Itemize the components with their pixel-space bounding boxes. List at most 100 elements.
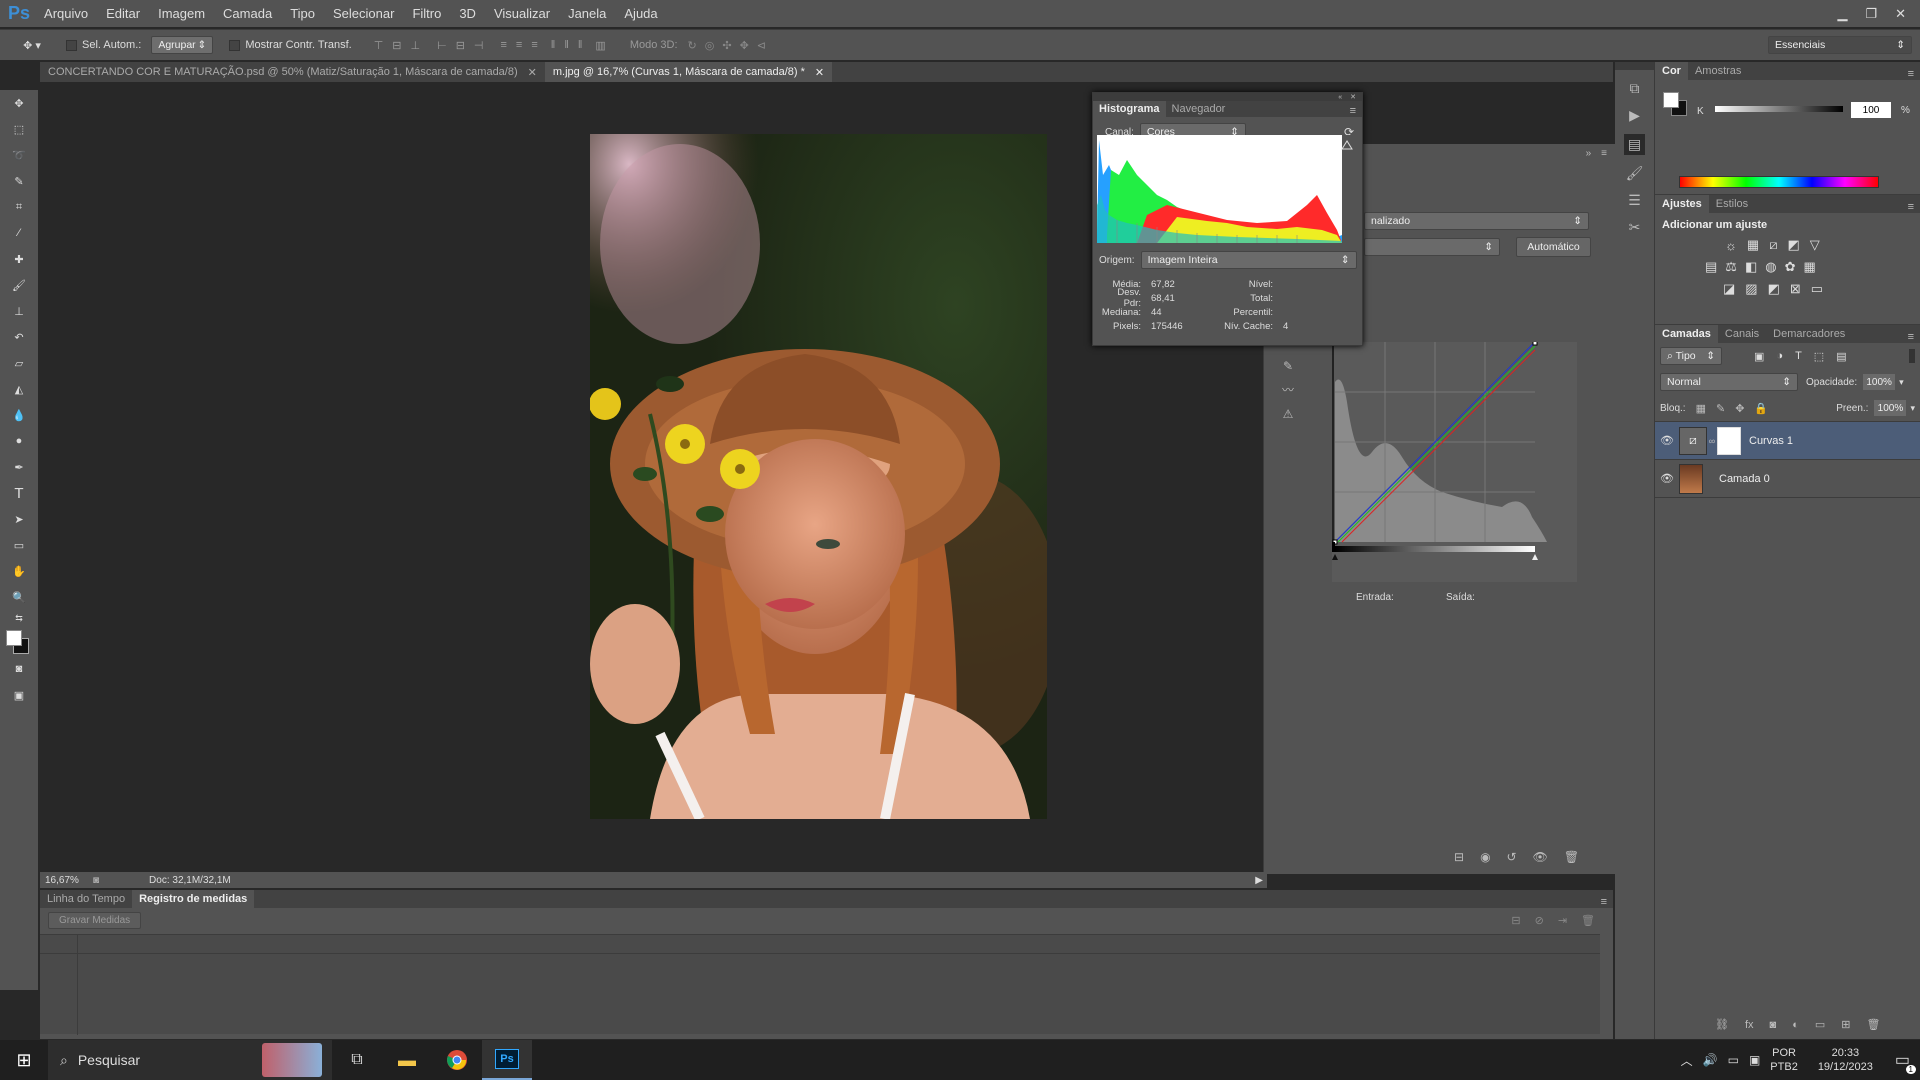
menu-ajuda[interactable]: Ajuda	[624, 6, 657, 21]
filter-shape-icon[interactable]: ⬚	[1814, 350, 1824, 363]
selective-color-icon[interactable]: ⊠	[1790, 281, 1801, 297]
delete-layer-icon[interactable]: 🗑	[1866, 1018, 1880, 1031]
doc-tab-psd[interactable]: CONCERTANDO COR E MATURAÇÃO.psd @ 50% (M…	[40, 62, 545, 82]
photoshop-logo[interactable]: Ps	[8, 3, 30, 24]
collapse-icon[interactable]: «	[1338, 94, 1342, 101]
blur-tool-icon[interactable]: 💧	[0, 402, 38, 428]
quick-mask-icon[interactable]: ◙	[0, 656, 38, 682]
visibility-icon[interactable]: 👁	[1533, 850, 1548, 864]
align-right-icon[interactable]: ⊣	[474, 39, 484, 52]
distribute-right-icon[interactable]: ‖	[578, 39, 583, 51]
lock-position-icon[interactable]: ✥	[1735, 402, 1744, 415]
clock[interactable]: 20:33 19/12/2023	[1818, 1046, 1873, 1074]
pen-tool-icon[interactable]: ✒	[0, 454, 38, 480]
clipping-warning-icon[interactable]: ⚠	[1276, 402, 1300, 426]
auto-align-icon[interactable]: ▥	[595, 39, 605, 52]
status-arrow-icon[interactable]: ▶	[1255, 875, 1263, 886]
menu-tipo[interactable]: Tipo	[290, 6, 315, 21]
panel-collapse-icon[interactable]: »	[1586, 148, 1592, 159]
tool-presets-icon[interactable]: ✂	[1629, 219, 1641, 236]
move-tool-icon[interactable]: ✥ ▾	[12, 39, 52, 52]
file-explorer-icon[interactable]: ▬	[382, 1040, 432, 1080]
task-view-icon[interactable]: ⧉	[332, 1040, 382, 1080]
rectangle-tool-icon[interactable]: ▭	[0, 532, 38, 558]
auto-select-checkbox[interactable]: Sel. Autom.:	[66, 39, 141, 51]
lock-transparent-icon[interactable]: ▦	[1696, 402, 1706, 415]
hand-tool-icon[interactable]: ✋	[0, 558, 38, 584]
eye-icon[interactable]: 👁	[1655, 434, 1679, 447]
filter-smart-icon[interactable]: ▤	[1836, 350, 1846, 363]
lasso-tool-icon[interactable]: ➰	[0, 142, 38, 168]
close-button[interactable]: ✕	[1895, 6, 1906, 22]
record-measurements-button[interactable]: Gravar Medidas	[48, 911, 142, 929]
distribute-vcenter-icon[interactable]: ≡	[516, 39, 522, 51]
menu-arquivo[interactable]: Arquivo	[44, 6, 88, 21]
clip-to-layer-icon[interactable]: ⊟	[1454, 850, 1464, 864]
distribute-hcenter-icon[interactable]: ‖	[564, 39, 569, 51]
lock-pixels-icon[interactable]: ✎	[1716, 402, 1725, 415]
taskbar-search[interactable]: ⌕ Pesquisar	[48, 1040, 332, 1080]
network-icon[interactable]: ▣	[1749, 1053, 1760, 1067]
volume-icon[interactable]: 🔊	[1703, 1053, 1718, 1067]
invert-icon[interactable]: ◪	[1723, 281, 1735, 297]
notifications-icon[interactable]: ▭ 1	[1895, 1050, 1916, 1074]
photoshop-taskbar-icon[interactable]: Ps	[482, 1040, 532, 1080]
distribute-top-icon[interactable]: ≡	[501, 39, 507, 51]
align-vcenter-icon[interactable]: ⊟	[392, 39, 401, 52]
fx-icon[interactable]: fx	[1745, 1019, 1754, 1031]
color-spectrum[interactable]	[1679, 176, 1879, 188]
brush-tool-icon[interactable]: 🖌	[0, 272, 38, 298]
blend-mode-dropdown[interactable]: Normal ⇕	[1660, 373, 1798, 391]
curve-pencil-icon[interactable]: ✎	[1276, 354, 1300, 378]
curves-icon[interactable]: ⧄	[1769, 237, 1777, 253]
eye-icon[interactable]: 👁	[1655, 472, 1679, 485]
workspace-dropdown[interactable]: Essenciais ⇕	[1768, 36, 1912, 54]
k-value-input[interactable]: 100	[1851, 102, 1891, 118]
panel-menu-icon[interactable]: ≡	[1601, 896, 1607, 908]
actions-panel-icon[interactable]: ▶	[1629, 107, 1640, 124]
threshold-icon[interactable]: ◩	[1768, 281, 1780, 297]
roll-3d-icon[interactable]: ◎	[705, 39, 715, 52]
tab-navigator[interactable]: Navegador	[1166, 101, 1232, 117]
reset-icon[interactable]: ↺	[1507, 850, 1517, 864]
filter-pixel-icon[interactable]: ▣	[1754, 350, 1764, 363]
panel-menu-icon[interactable]: ≡	[1908, 68, 1914, 80]
source-dropdown[interactable]: Imagem Inteira ⇕	[1140, 251, 1357, 269]
layer-name[interactable]: Camada 0	[1719, 473, 1770, 485]
opacity-input[interactable]: 100%	[1863, 374, 1896, 390]
distribute-bottom-icon[interactable]: ≡	[531, 39, 537, 51]
new-layer-icon[interactable]: ⊞	[1841, 1018, 1850, 1031]
layer-filter-dropdown[interactable]: ⌕ Tipo ⇕	[1660, 347, 1722, 365]
vibrance-icon[interactable]: ▽	[1810, 237, 1820, 253]
tab-layers[interactable]: Camadas	[1655, 325, 1718, 343]
path-select-tool-icon[interactable]: ➤	[0, 506, 38, 532]
new-group-icon[interactable]: ▭	[1815, 1018, 1825, 1031]
doc-tab-jpg[interactable]: m.jpg @ 16,7% (Curvas 1, Máscara de cama…	[544, 62, 833, 82]
color-balance-icon[interactable]: ⚖	[1725, 259, 1737, 275]
auto-select-dropdown[interactable]: Agrupar ⇕	[151, 36, 214, 54]
menu-janela[interactable]: Janela	[568, 6, 606, 21]
layer-row-camada0[interactable]: 👁 Camada 0	[1655, 460, 1920, 498]
paint-bucket-tool-icon[interactable]: ◭	[0, 376, 38, 402]
close-tab-icon[interactable]: ✕	[528, 66, 537, 79]
menu-imagem[interactable]: Imagem	[158, 6, 205, 21]
screen-mode-icon[interactable]: ▣	[0, 682, 38, 708]
color-swatches[interactable]	[0, 626, 38, 656]
panel-menu-icon[interactable]: ≡	[1908, 201, 1914, 213]
deselect-icon[interactable]: ⊘	[1535, 914, 1544, 927]
align-hcenter-icon[interactable]: ⊟	[456, 39, 465, 52]
gradient-map-icon[interactable]: ▭	[1811, 281, 1823, 297]
close-tab-icon[interactable]: ✕	[815, 66, 824, 79]
filter-type-icon[interactable]: T	[1795, 350, 1802, 362]
tab-color[interactable]: Cor	[1655, 62, 1688, 80]
tab-timeline[interactable]: Linha do Tempo	[40, 890, 132, 908]
minimize-button[interactable]: ▁	[1837, 6, 1847, 22]
type-tool-icon[interactable]: T	[0, 480, 38, 506]
history-brush-tool-icon[interactable]: ↶	[0, 324, 38, 350]
view-previous-icon[interactable]: ◉	[1480, 850, 1490, 864]
windows-start-icon[interactable]: ⊞	[0, 1040, 48, 1080]
delete-icon[interactable]: 🗑	[1564, 850, 1579, 864]
distribute-left-icon[interactable]: ‖	[551, 39, 556, 51]
close-panel-icon[interactable]: ✕	[1350, 93, 1356, 101]
black-white-icon[interactable]: ◧	[1745, 259, 1757, 275]
